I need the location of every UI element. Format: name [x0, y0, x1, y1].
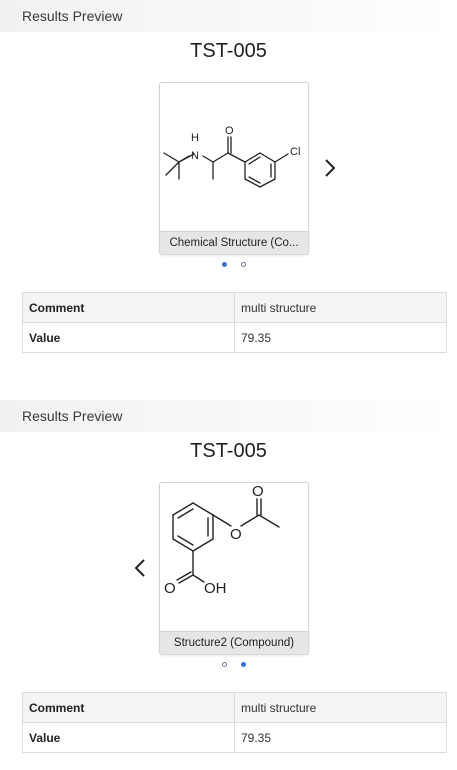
oxygen-label: O [252, 483, 264, 500]
previous-structure-button[interactable] [130, 556, 150, 580]
panel-header: Results Preview [0, 400, 457, 432]
row-value: multi structure [234, 692, 447, 723]
carousel-dot-1[interactable] [222, 662, 227, 667]
panel-header-title: Results Preview [22, 408, 123, 424]
row-value: 79.35 [234, 722, 447, 753]
chevron-right-icon [325, 159, 336, 177]
table-row: Comment multi structure [22, 692, 447, 723]
record-title: TST-005 [190, 440, 267, 462]
carousel-dot-2[interactable] [241, 262, 246, 267]
oxygen-label: O [225, 125, 234, 137]
carousel-dot-2[interactable] [241, 662, 246, 667]
hydroxyl-label: OH [204, 580, 227, 597]
record-title: TST-005 [190, 40, 267, 62]
row-label: Comment [22, 692, 235, 723]
table-row: Comment multi structure [22, 292, 447, 323]
chlorine-label: Cl [290, 146, 300, 158]
table-row: Value 79.35 [22, 322, 447, 353]
structure-caption: Structure2 (Compound) [160, 631, 308, 654]
panel-header: Results Preview [0, 0, 457, 32]
nitrogen-label: N [191, 150, 199, 162]
chemical-structure-image: O O O OH [164, 483, 280, 597]
next-structure-button[interactable] [320, 156, 340, 180]
panel-header-title: Results Preview [22, 8, 123, 24]
carousel-indicator [218, 660, 254, 670]
carousel-dot-1[interactable] [222, 262, 227, 267]
oxygen-label: O [164, 580, 176, 597]
oxygen-label: O [230, 526, 242, 543]
chevron-left-icon [134, 559, 145, 577]
row-label: Value [22, 722, 235, 753]
row-label: Comment [22, 292, 235, 323]
results-table: Comment multi structure Value 79.35 [22, 292, 447, 353]
hydrogen-label: H [191, 132, 199, 144]
row-label: Value [22, 322, 235, 353]
row-value: multi structure [234, 292, 447, 323]
structure-card[interactable]: O O O OH Structure2 (Compound) [159, 482, 309, 655]
table-row: Value 79.35 [22, 722, 447, 753]
results-preview-panel-1: Results Preview TST-005 H N O Cl Chemica… [0, 0, 457, 370]
structure-card[interactable]: H N O Cl Chemical Structure (Co... [159, 82, 309, 255]
carousel-indicator [218, 260, 254, 270]
results-table: Comment multi structure Value 79.35 [22, 692, 447, 753]
results-preview-panel-2: Results Preview TST-005 O O O OH Structu… [0, 400, 457, 770]
chemical-structure-image: H N O Cl [163, 125, 300, 188]
row-value: 79.35 [234, 322, 447, 353]
structure-caption: Chemical Structure (Co... [160, 231, 308, 254]
